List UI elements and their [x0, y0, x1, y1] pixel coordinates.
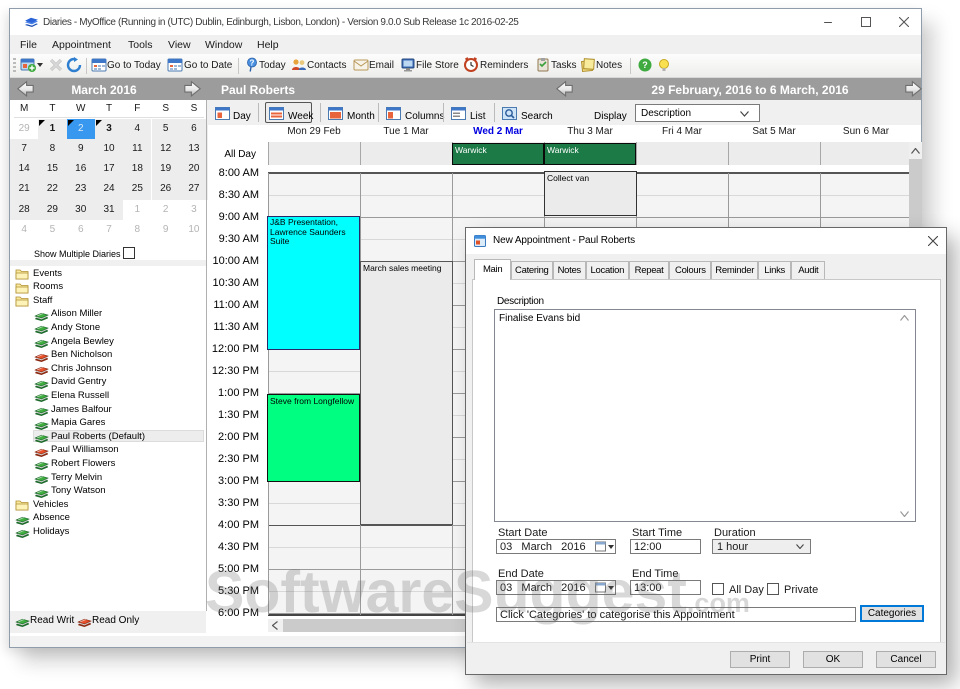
svg-text:?: ?: [250, 59, 255, 68]
svg-text:?: ?: [642, 60, 648, 70]
